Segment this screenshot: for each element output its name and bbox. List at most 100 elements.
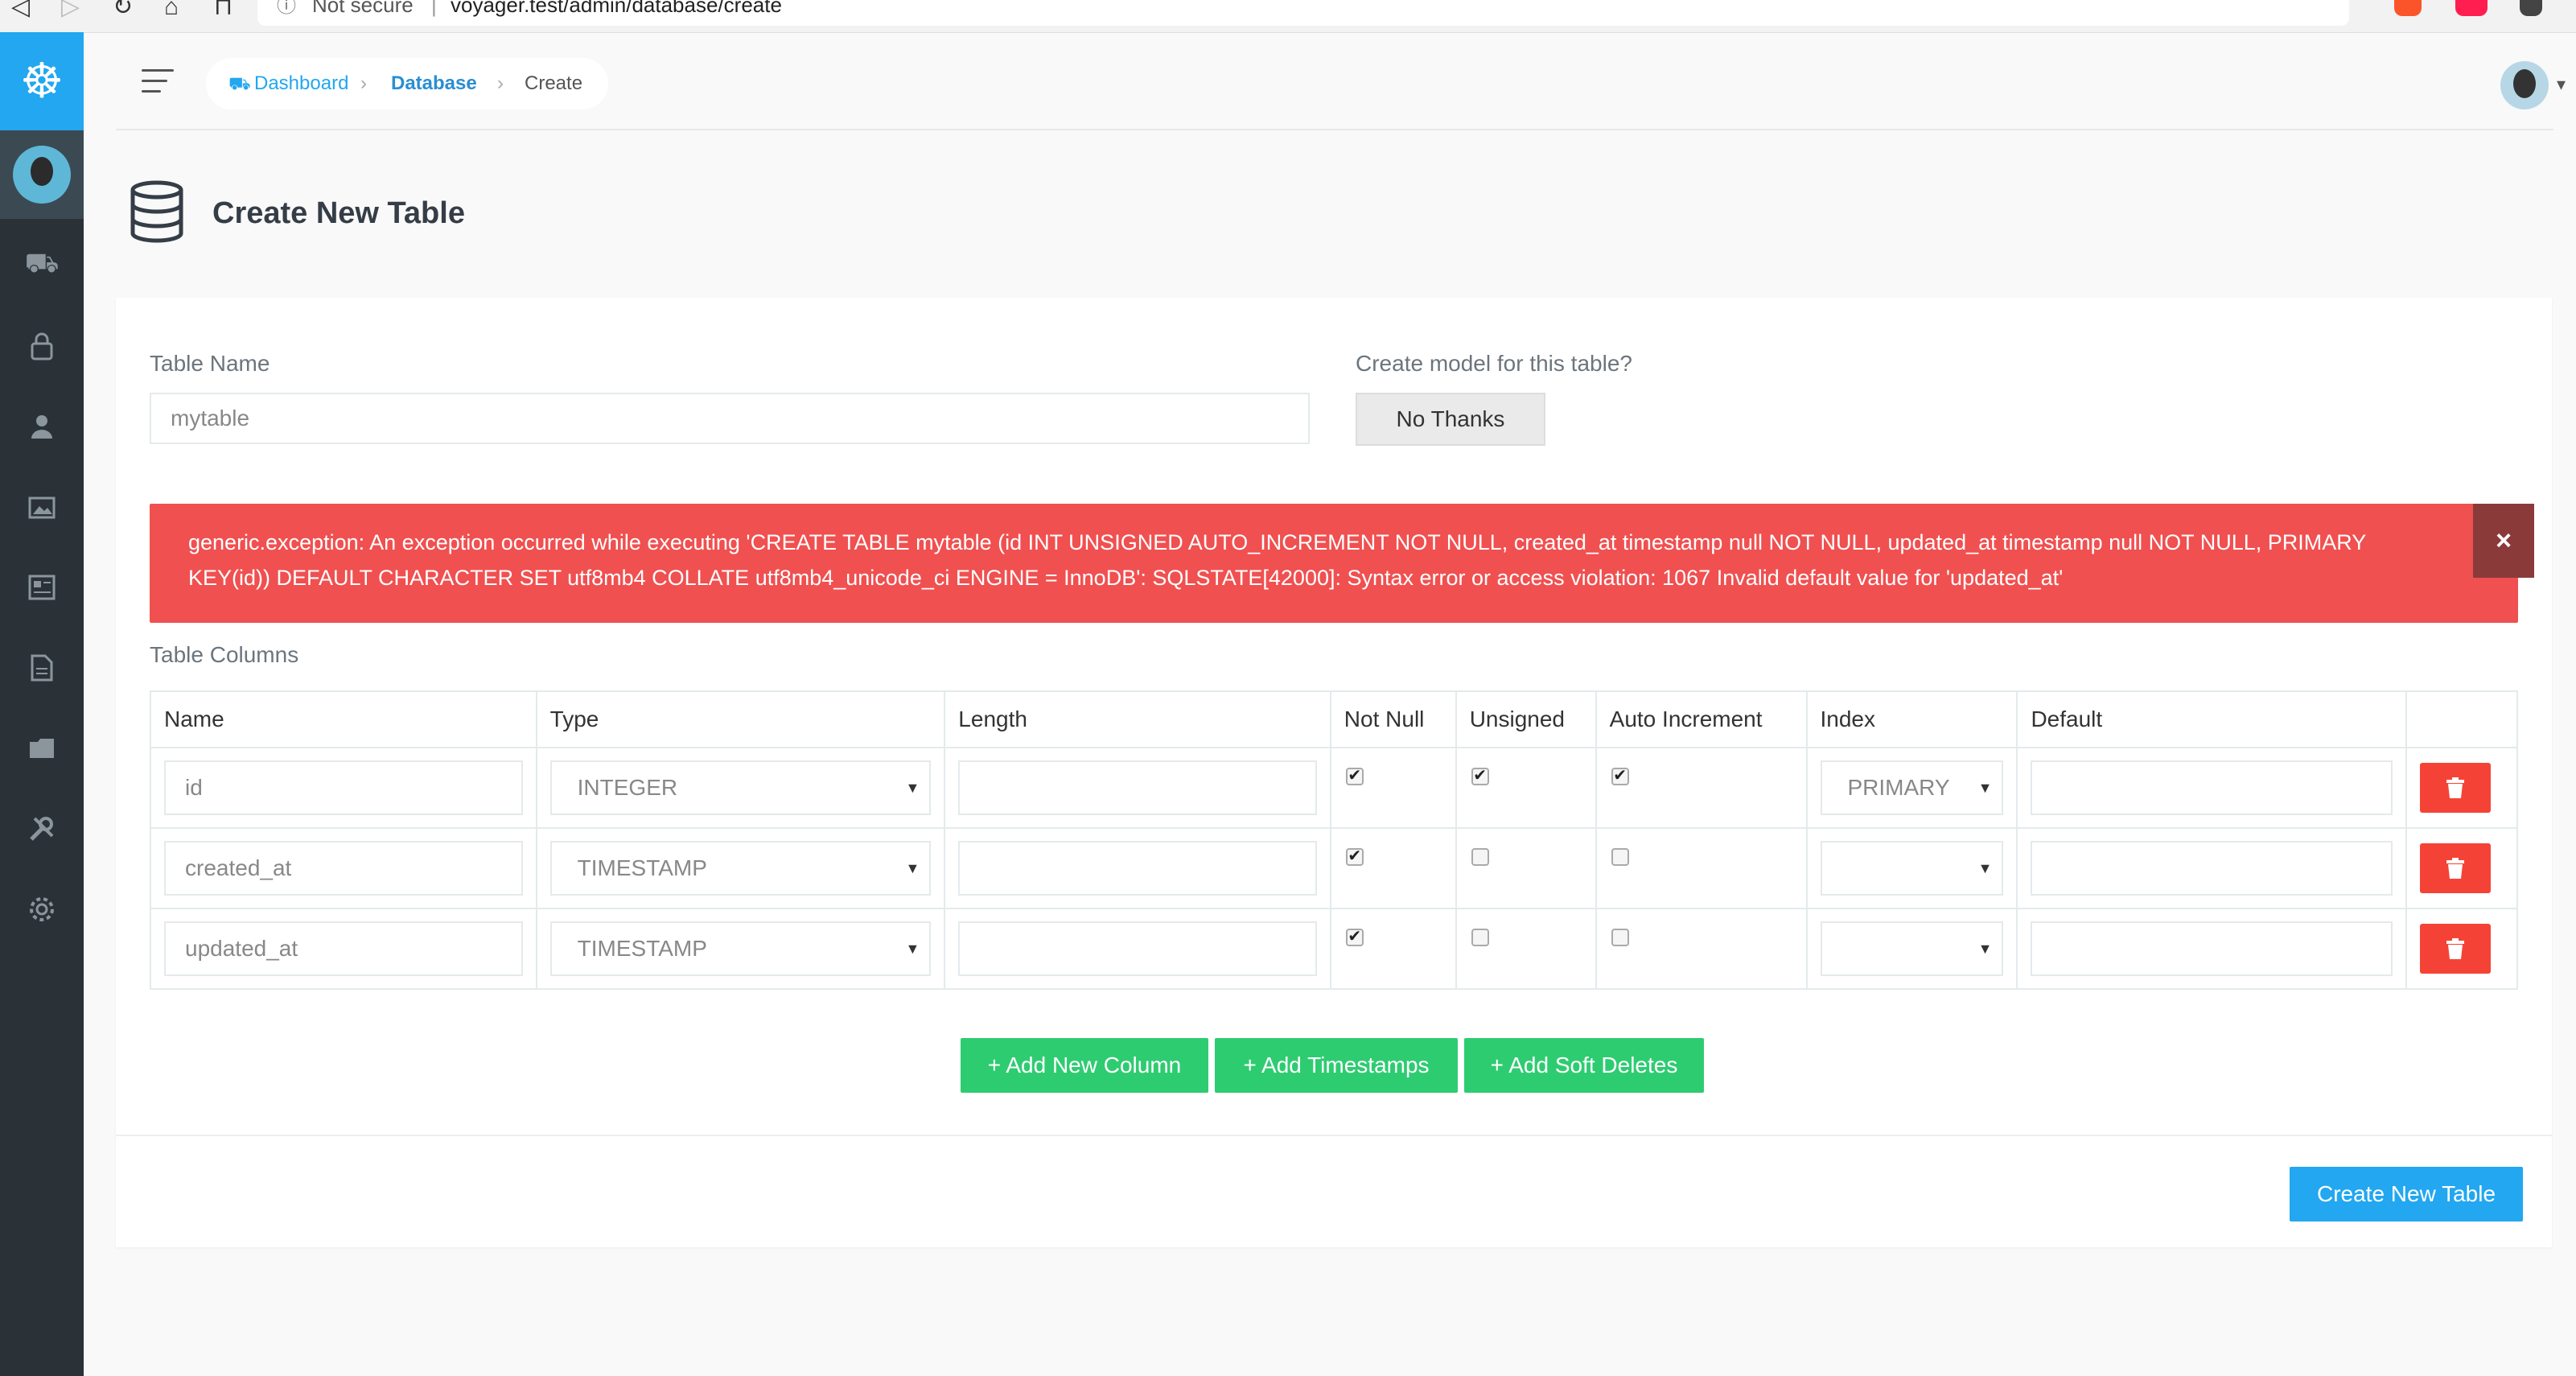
auto-increment-checkbox[interactable]: ✔ [1611, 768, 1629, 785]
home-icon[interactable]: ⌂ [164, 0, 179, 19]
page-title: Create New Table [212, 196, 465, 230]
column-header-length: Length [944, 690, 1331, 748]
table-row: created_at TIMESTAMP ▼ ✔ ▼ [150, 827, 2519, 909]
table-name-input[interactable]: mytable [150, 393, 1310, 444]
column-type-value: TIMESTAMP [577, 936, 707, 961]
column-type-select[interactable]: TIMESTAMP ▼ [549, 841, 932, 896]
table-name-label: Table Name [150, 351, 270, 376]
categories-icon[interactable] [0, 724, 84, 772]
unsigned-checkbox[interactable] [1471, 929, 1489, 946]
brave-shield-icon[interactable] [2394, 0, 2422, 16]
user-icon[interactable] [0, 402, 84, 451]
sidebar-avatar[interactable] [0, 130, 84, 219]
bookmark-icon[interactable]: ⊓ [214, 0, 232, 19]
trash-icon [2446, 938, 2464, 959]
not-null-checkbox[interactable]: ✔ [1345, 848, 1364, 866]
add-soft-deletes-button[interactable]: + Add Soft Deletes [1464, 1038, 1704, 1093]
security-label: Not secure [312, 0, 414, 17]
auto-increment-checkbox[interactable] [1611, 848, 1629, 866]
address-bar[interactable]: ⓘ Not secure | voyager.test/admin/databa… [257, 0, 2349, 26]
create-table-panel: Table Name mytable Create model for this… [116, 298, 2552, 1247]
column-header-name: Name [150, 690, 537, 748]
column-default-input[interactable] [2031, 841, 2393, 896]
settings-icon[interactable] [0, 885, 84, 933]
column-header-auto-increment: Auto Increment [1595, 690, 1808, 748]
header-divider [116, 129, 2553, 130]
unsigned-checkbox[interactable] [1471, 848, 1489, 866]
breadcrumb-separator: › [360, 72, 367, 94]
top-navbar: ⛟ Dashboard › Database › Create ▾ [84, 32, 2576, 129]
media-icon[interactable] [0, 483, 84, 531]
back-icon[interactable]: ◁ [11, 0, 30, 19]
table-header-row: Name Type Length Not Null Unsigned Auto … [150, 690, 2519, 748]
user-avatar[interactable] [2500, 61, 2549, 109]
posts-icon[interactable] [0, 563, 84, 612]
auto-increment-checkbox[interactable] [1611, 929, 1629, 946]
column-name-input[interactable]: updated_at [164, 921, 523, 976]
create-model-toggle[interactable]: No Thanks [1356, 393, 1545, 446]
avatar-image [13, 146, 71, 204]
forward-icon[interactable]: ▷ [61, 0, 80, 19]
table-row: id INTEGER ▼ ✔ ✔ ✔ PRIMARY ▼ [150, 747, 2519, 829]
column-index-select[interactable]: PRIMARY ▼ [1820, 760, 2004, 815]
column-header-default: Default [2016, 690, 2407, 748]
caret-down-icon: ▼ [1977, 941, 1993, 957]
caret-down-icon: ▼ [1977, 780, 1993, 796]
lock-icon[interactable] [0, 322, 84, 370]
create-model-label: Create model for this table? [1356, 351, 1632, 376]
column-name-input[interactable]: created_at [164, 841, 523, 896]
column-name-input[interactable]: id [164, 760, 523, 815]
table-row: updated_at TIMESTAMP ▼ ✔ ▼ [150, 908, 2519, 990]
rewards-icon[interactable] [2455, 0, 2488, 16]
column-header-not-null: Not Null [1329, 690, 1457, 748]
browser-toolbar: ◁ ▷ ↻ ⌂ ⊓ ⓘ Not secure | voyager.test/ad… [0, 0, 2576, 33]
caret-down-icon[interactable]: ▾ [2557, 74, 2566, 95]
pages-icon[interactable] [0, 644, 84, 692]
delete-column-button[interactable] [2419, 924, 2491, 974]
add-timestamps-button[interactable]: + Add Timestamps [1215, 1038, 1458, 1093]
database-icon [130, 180, 183, 243]
column-length-input[interactable] [958, 841, 1317, 896]
breadcrumb-current: Create [525, 72, 583, 94]
url-text[interactable]: voyager.test/admin/database/create [451, 0, 782, 19]
breadcrumb-separator: › [497, 72, 504, 94]
column-header-unsigned: Unsigned [1455, 690, 1597, 748]
column-default-input[interactable] [2031, 760, 2393, 815]
column-default-input[interactable] [2031, 921, 2393, 976]
sidebar: ☸ ⛟ [0, 32, 84, 1376]
column-type-value: INTEGER [577, 775, 678, 800]
delete-column-button[interactable] [2419, 763, 2491, 813]
panel-footer-divider [116, 1135, 2552, 1136]
info-icon[interactable]: ⓘ [277, 0, 296, 21]
reload-icon[interactable]: ↻ [113, 0, 133, 19]
not-null-checkbox[interactable]: ✔ [1345, 929, 1364, 946]
close-icon[interactable]: × [2473, 504, 2534, 578]
create-new-table-button[interactable]: Create New Table [2290, 1167, 2523, 1222]
column-index-value: PRIMARY [1847, 775, 1950, 800]
column-type-select[interactable]: TIMESTAMP ▼ [549, 921, 932, 976]
breadcrumb-dashboard[interactable]: Dashboard [254, 58, 348, 109]
column-length-input[interactable] [958, 921, 1317, 976]
column-type-select[interactable]: INTEGER ▼ [549, 760, 932, 815]
column-index-select[interactable]: ▼ [1820, 841, 2004, 896]
trash-icon [2446, 858, 2464, 879]
unsigned-checkbox[interactable]: ✔ [1471, 768, 1489, 785]
dashboard-icon[interactable]: ⛟ [228, 58, 251, 109]
add-new-column-button[interactable]: + Add New Column [961, 1038, 1208, 1093]
profile-icon[interactable] [2520, 0, 2542, 16]
address-separator: | [431, 0, 437, 17]
delete-column-button[interactable] [2419, 843, 2491, 893]
error-alert: generic.exception: An exception occurred… [150, 504, 2534, 623]
breadcrumb: ⛟ Dashboard › Database › Create [206, 58, 608, 109]
voyager-logo-icon[interactable]: ☸ [0, 32, 84, 130]
tools-icon[interactable] [0, 805, 84, 853]
breadcrumb-database[interactable]: Database [391, 58, 477, 109]
caret-down-icon: ▼ [1977, 860, 1993, 876]
caret-down-icon: ▼ [905, 780, 920, 796]
column-index-select[interactable]: ▼ [1820, 921, 2004, 976]
caret-down-icon: ▼ [905, 860, 920, 876]
dashboard-icon[interactable]: ⛟ [0, 241, 84, 290]
column-length-input[interactable] [958, 760, 1317, 815]
hamburger-menu-icon[interactable] [142, 69, 174, 93]
not-null-checkbox[interactable]: ✔ [1345, 768, 1364, 785]
